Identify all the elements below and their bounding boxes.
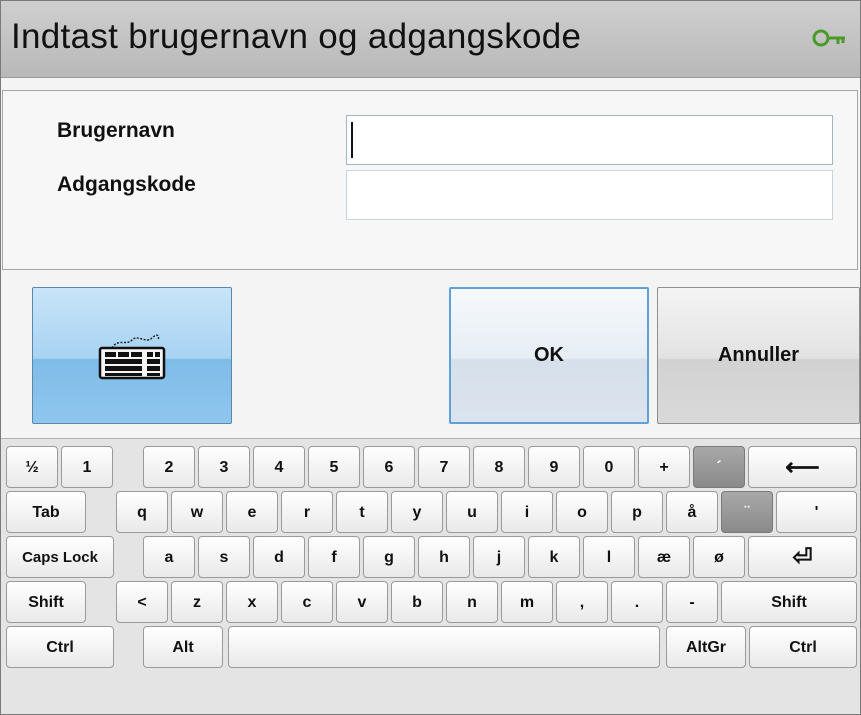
enter-key[interactable]: ⏎ <box>748 536 857 578</box>
key-diaeresis[interactable]: ¨ <box>721 491 773 533</box>
title-bar: Indtast brugernavn og adgangskode <box>1 1 860 78</box>
password-label: Adgangskode <box>57 173 196 196</box>
on-screen-keyboard: ½ 1 2 3 4 5 6 7 8 9 0 + ´ ⟵ Tab q w e r … <box>1 438 860 714</box>
right-ctrl-key[interactable]: Ctrl <box>749 626 857 668</box>
altgr-key[interactable]: AltGr <box>666 626 746 668</box>
key-6[interactable]: 6 <box>363 446 415 488</box>
key-less-than[interactable]: < <box>116 581 168 623</box>
key-apostrophe[interactable]: ' <box>776 491 857 533</box>
key-r[interactable]: r <box>281 491 333 533</box>
key-o[interactable]: o <box>556 491 608 533</box>
username-label: Brugernavn <box>57 119 175 142</box>
backspace-key[interactable]: ⟵ <box>748 446 857 488</box>
key-p[interactable]: p <box>611 491 663 533</box>
key-comma[interactable]: , <box>556 581 608 623</box>
key-c[interactable]: c <box>281 581 333 623</box>
key-plus[interactable]: + <box>638 446 690 488</box>
key-g[interactable]: g <box>363 536 415 578</box>
key-n[interactable]: n <box>446 581 498 623</box>
key-0[interactable]: 0 <box>583 446 635 488</box>
key-v[interactable]: v <box>336 581 388 623</box>
alt-key[interactable]: Alt <box>143 626 223 668</box>
login-dialog: Indtast brugernavn og adgangskode Bruger… <box>0 0 861 715</box>
key-m[interactable]: m <box>501 581 553 623</box>
key-icon <box>812 29 845 47</box>
key-half[interactable]: ½ <box>6 446 58 488</box>
password-input[interactable] <box>346 170 833 220</box>
key-aa[interactable]: å <box>666 491 718 533</box>
key-period[interactable]: . <box>611 581 663 623</box>
right-shift-key[interactable]: Shift <box>721 581 857 623</box>
text-caret <box>351 122 353 158</box>
key-k[interactable]: k <box>528 536 580 578</box>
key-4[interactable]: 4 <box>253 446 305 488</box>
key-s[interactable]: s <box>198 536 250 578</box>
key-9[interactable]: 9 <box>528 446 580 488</box>
key-z[interactable]: z <box>171 581 223 623</box>
dialog-title: Indtast brugernavn og adgangskode <box>11 17 582 56</box>
key-acute[interactable]: ´ <box>693 446 745 488</box>
key-w[interactable]: w <box>171 491 223 533</box>
key-1[interactable]: 1 <box>61 446 113 488</box>
key-b[interactable]: b <box>391 581 443 623</box>
keyboard-toggle-button[interactable] <box>32 287 232 424</box>
username-input[interactable] <box>346 115 833 165</box>
key-a[interactable]: a <box>143 536 195 578</box>
space-key[interactable] <box>228 626 660 668</box>
key-q[interactable]: q <box>116 491 168 533</box>
key-i[interactable]: i <box>501 491 553 533</box>
left-shift-key[interactable]: Shift <box>6 581 86 623</box>
key-x[interactable]: x <box>226 581 278 623</box>
key-5[interactable]: 5 <box>308 446 360 488</box>
key-minus[interactable]: - <box>666 581 718 623</box>
key-f[interactable]: f <box>308 536 360 578</box>
key-2[interactable]: 2 <box>143 446 195 488</box>
keyboard-icon <box>98 334 166 379</box>
left-ctrl-key[interactable]: Ctrl <box>6 626 114 668</box>
key-e[interactable]: e <box>226 491 278 533</box>
caps-lock-key[interactable]: Caps Lock <box>6 536 114 578</box>
key-3[interactable]: 3 <box>198 446 250 488</box>
tab-key[interactable]: Tab <box>6 491 86 533</box>
key-oe[interactable]: ø <box>693 536 745 578</box>
key-y[interactable]: y <box>391 491 443 533</box>
cancel-button[interactable]: Annuller <box>657 287 860 424</box>
key-t[interactable]: t <box>336 491 388 533</box>
key-7[interactable]: 7 <box>418 446 470 488</box>
key-8[interactable]: 8 <box>473 446 525 488</box>
key-j[interactable]: j <box>473 536 525 578</box>
key-ae[interactable]: æ <box>638 536 690 578</box>
key-d[interactable]: d <box>253 536 305 578</box>
key-h[interactable]: h <box>418 536 470 578</box>
key-l[interactable]: l <box>583 536 635 578</box>
ok-button[interactable]: OK <box>449 287 649 424</box>
key-u[interactable]: u <box>446 491 498 533</box>
